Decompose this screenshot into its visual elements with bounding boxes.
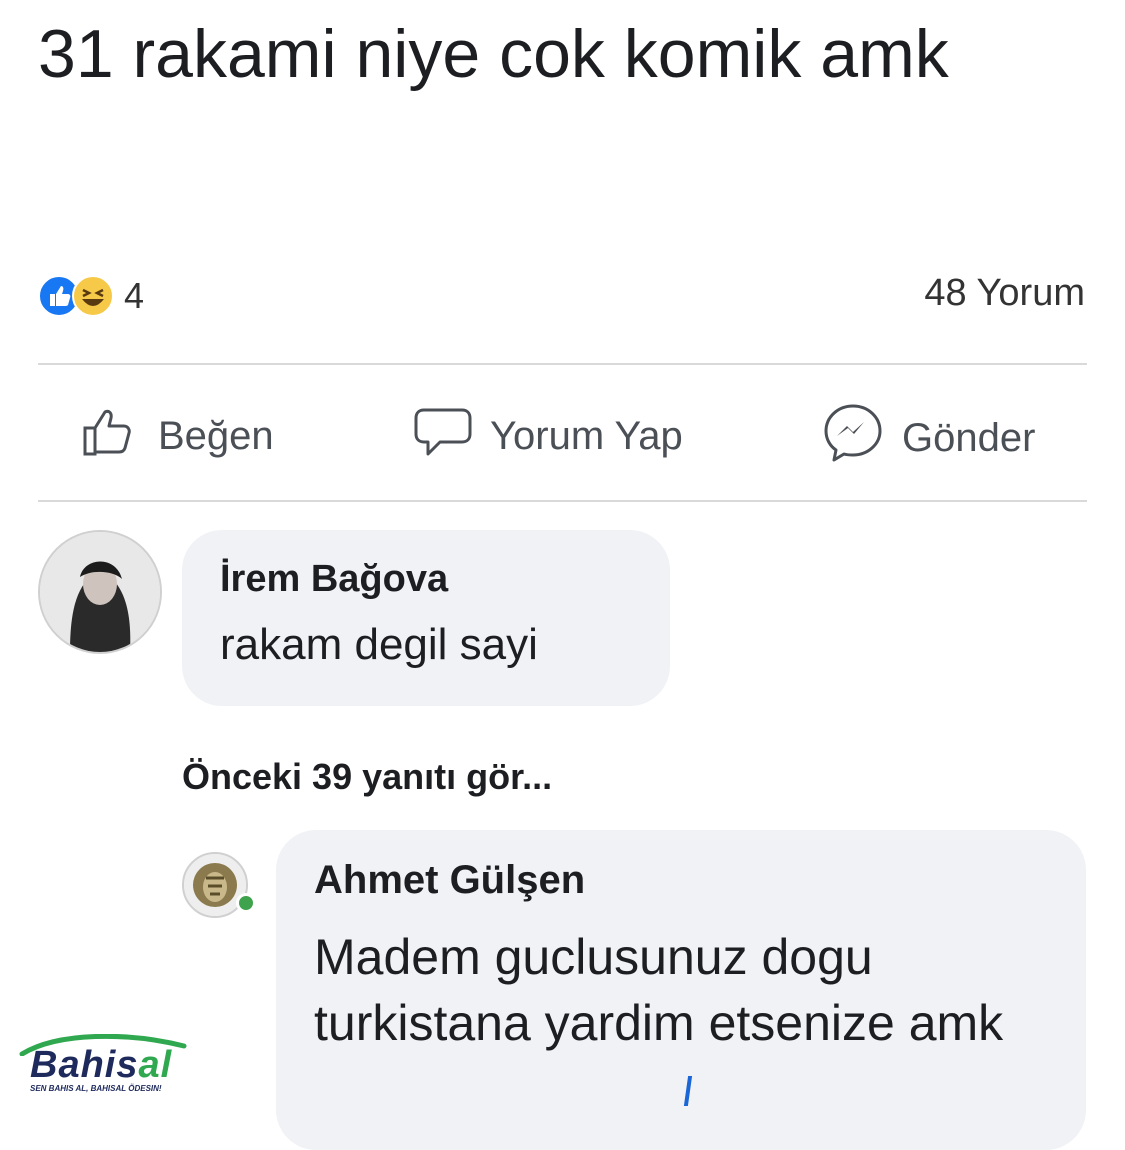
messenger-icon xyxy=(820,400,886,476)
reply-text: Madem guclusunuz dogu turkistana yardim … xyxy=(314,929,1004,1051)
haha-reaction-icon xyxy=(72,275,114,317)
comment-label: Yorum Yap xyxy=(490,413,683,458)
post-text: 31 rakami niye cok komik amk xyxy=(38,16,949,92)
reply-bubble: Ahmet Gülşen Madem guclusunuz dogu turki… xyxy=(276,830,1086,1150)
reaction-count: 4 xyxy=(124,275,145,316)
comment-count-link[interactable]: 48 Yorum xyxy=(924,272,1085,315)
person-avatar-icon xyxy=(40,532,160,652)
watermark-logo: Bahisal SEN BAHIS AL, BAHISAL ÖDESIN! xyxy=(14,1034,204,1100)
reply-author[interactable]: Ahmet Gülşen xyxy=(314,858,585,903)
comment-author[interactable]: İrem Bağova xyxy=(220,558,448,601)
reactions-summary[interactable]: 4 xyxy=(38,275,144,317)
comment-button[interactable]: Yorum Yap xyxy=(412,400,683,472)
comment-text: rakam degil sayi xyxy=(220,620,538,669)
divider xyxy=(38,363,1087,365)
divider xyxy=(38,500,1087,502)
like-button[interactable]: Beğen xyxy=(80,400,274,472)
like-label: Beğen xyxy=(158,413,274,458)
watermark-tagline: SEN BAHIS AL, BAHISAL ÖDESIN! xyxy=(30,1084,162,1093)
comment-bubble: İrem Bağova rakam degil sayi xyxy=(182,530,670,706)
avatar[interactable] xyxy=(38,530,162,654)
send-label: Gönder xyxy=(902,415,1036,460)
send-button[interactable]: Gönder xyxy=(820,400,1035,476)
watermark-brand: Bahisal xyxy=(30,1044,173,1086)
previous-replies-link[interactable]: Önceki 39 yanıtı gör... xyxy=(182,756,552,798)
text-cursor xyxy=(683,1076,693,1106)
online-status-dot xyxy=(236,893,256,913)
speech-bubble-icon xyxy=(412,400,474,472)
thumbs-up-icon xyxy=(80,400,142,472)
